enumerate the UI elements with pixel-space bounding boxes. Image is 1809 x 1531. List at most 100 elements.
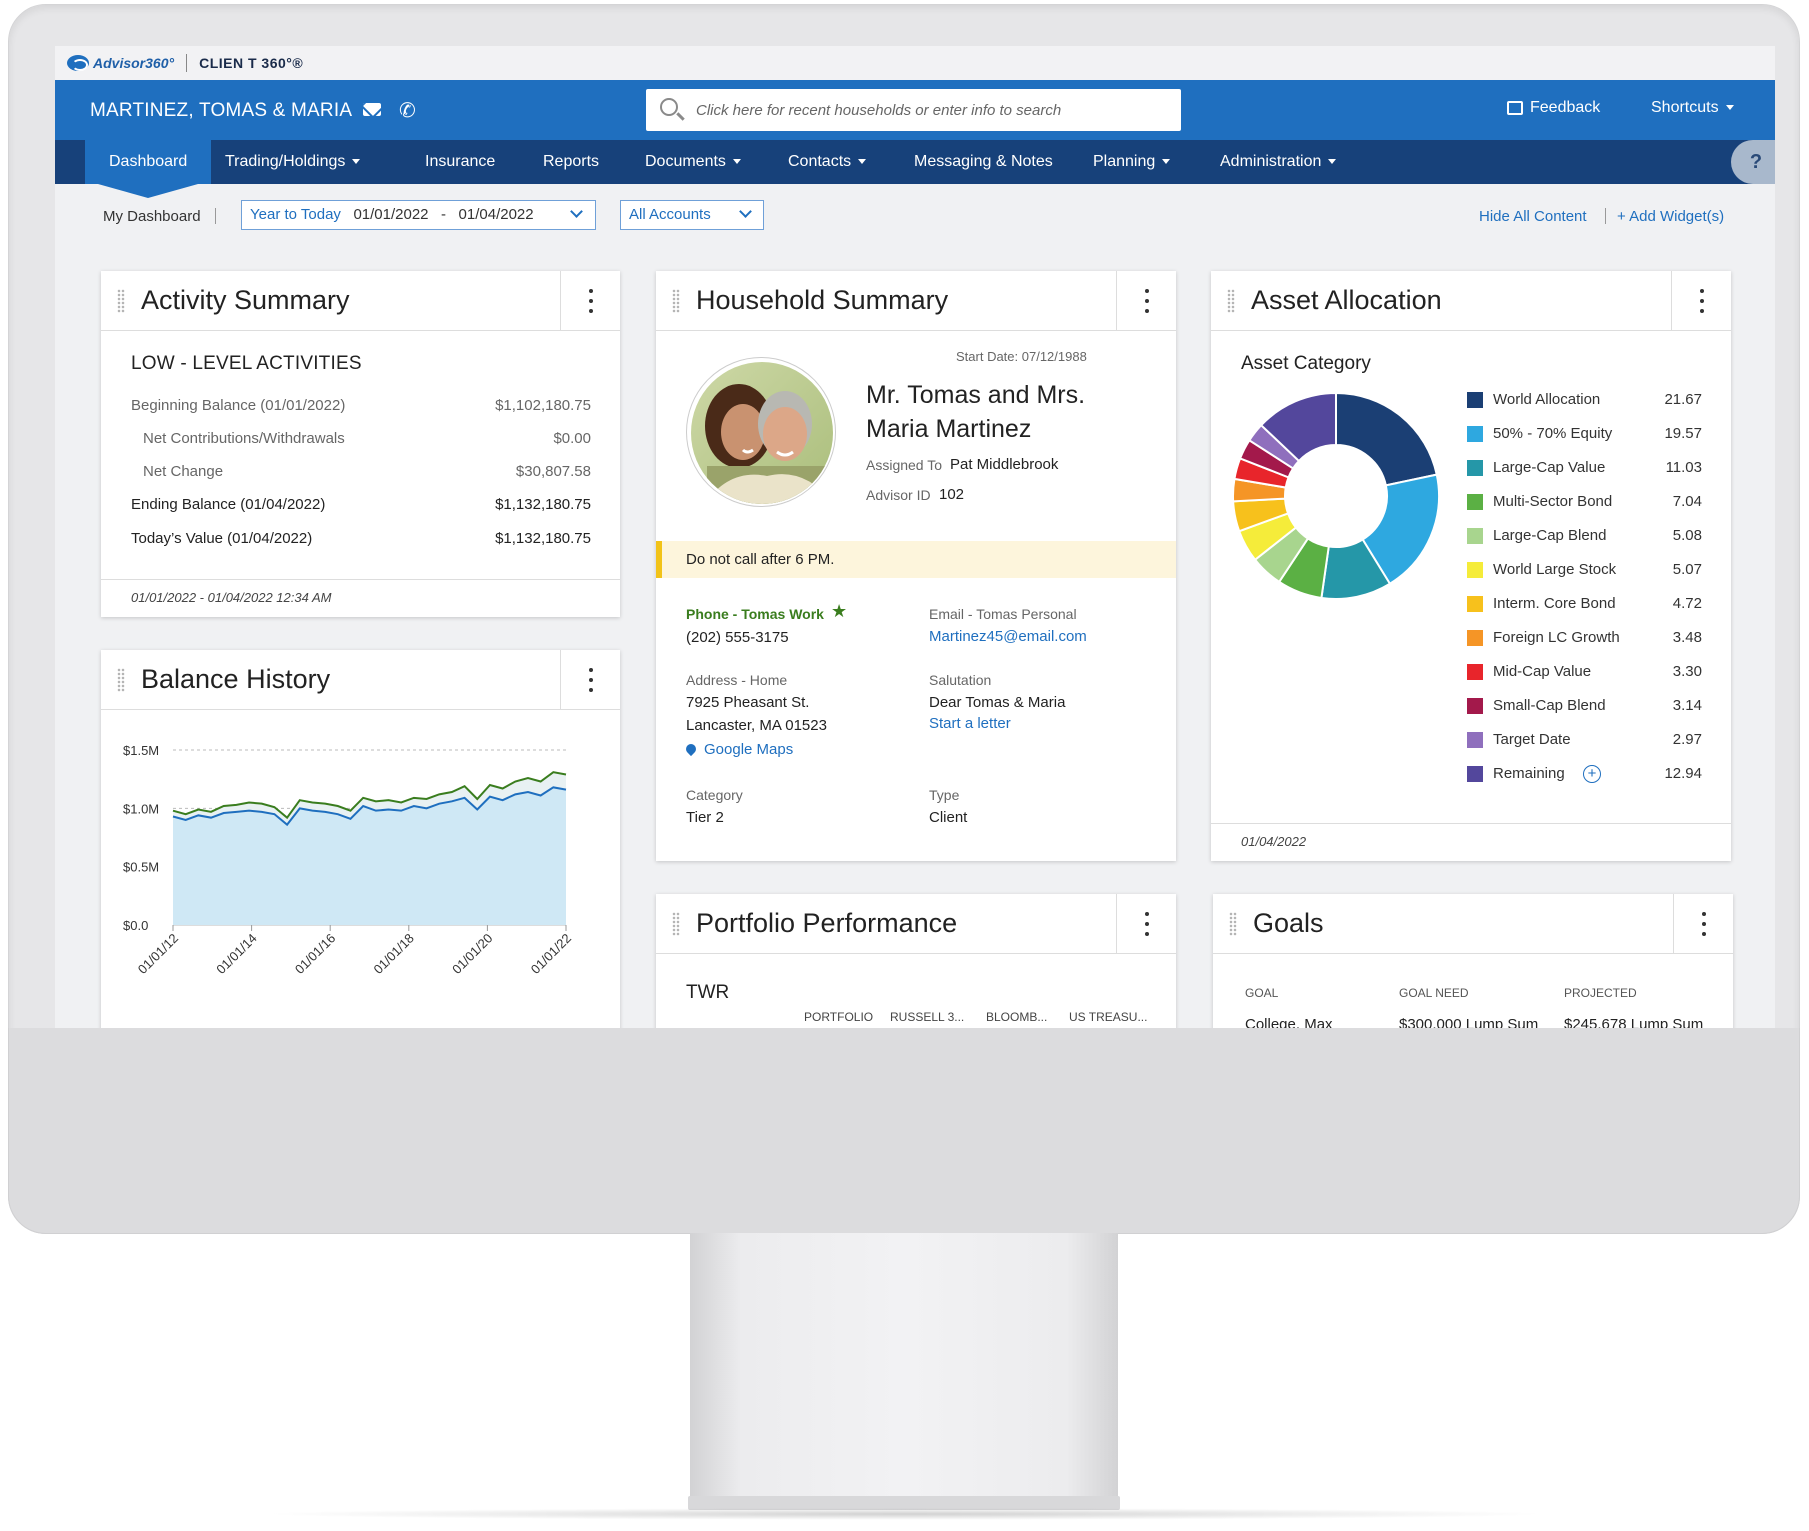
x-tick-label: 01/01/16 [292,931,338,977]
legend-label: Mid-Cap Value [1493,663,1592,680]
activity-row-value: $0.00 [553,430,591,447]
drag-handle-icon[interactable] [1227,289,1235,313]
goal-projected: $245,678 Lump Sum [1564,1016,1704,1028]
asset-donut-chart [1232,391,1440,600]
range-dash: - [441,206,447,223]
legend-value: 3.14 [1672,697,1702,714]
legend-swatch [1467,494,1483,510]
salutation-label: Salutation [929,672,992,688]
widget-header: Balance History [101,650,620,710]
activity-row-label: Today’s Value (01/04/2022) [131,530,313,547]
donut-slice [1335,391,1438,487]
category-label: Category [686,787,743,803]
legend-item: Remaining 12.94 + [1467,760,1717,790]
x-tick-label: 01/01/18 [371,931,417,977]
performance-metric: TWR [686,982,730,1003]
household-summary-widget: Household Summary Start Date: 07/12/1988… [656,271,1176,861]
activity-row-value: $1,132,180.75 [495,530,591,547]
app-screen: Advisor360° CLIEN T 360°® MARTINEZ, TOMA… [55,46,1775,1028]
toolbar-divider [1605,208,1606,224]
goals-column: GOAL [1245,986,1279,1000]
widget-title: Asset Allocation [1251,285,1442,315]
search-box[interactable] [646,89,1181,131]
more-options-button[interactable] [1116,894,1176,954]
tab-contacts[interactable]: Contacts [788,140,867,184]
legend-value: 2.97 [1672,731,1702,748]
legend-swatch [1467,596,1483,612]
monitor-shadow [260,1508,1550,1520]
help-button[interactable]: ? [1731,140,1775,184]
search-input[interactable] [694,89,1164,131]
legend-item: Target Date 2.97 [1467,726,1717,756]
phone-label: Phone - Tomas Work [686,606,824,622]
add-widget-link[interactable]: + Add Widget(s) [1617,208,1724,225]
main-nav: Dashboard Trading/Holdings Insurance Rep… [55,140,1775,198]
hide-all-content-link[interactable]: Hide All Content [1479,208,1587,225]
date-range-select[interactable]: Year to Today 01/01/2022 - 01/04/2022 [241,200,596,230]
activity-row-value: $1,102,180.75 [495,397,591,414]
tab-label: Dashboard [109,153,188,170]
shortcuts-menu[interactable]: Shortcuts [1651,99,1734,117]
accounts-select[interactable]: All Accounts [620,200,764,230]
chevron-down-icon [352,159,361,165]
phone-icon[interactable]: ✆ [399,98,416,123]
drag-handle-icon[interactable] [672,289,680,313]
email-link[interactable]: Martinez45@email.com [929,628,1087,645]
address-line2: Lancaster, MA 01523 [686,717,827,734]
monitor-stand [690,1233,1118,1503]
legend-label: World Large Stock [1493,561,1617,578]
goal-name[interactable]: College, Max [1245,1016,1333,1028]
star-icon[interactable]: ★ [831,601,847,622]
more-options-button[interactable] [1116,271,1176,331]
feedback-button[interactable]: Feedback [1507,99,1600,117]
tab-label: Trading/Holdings [225,153,346,170]
tab-documents[interactable]: Documents [645,140,741,184]
legend-label: Large-Cap Blend [1493,527,1607,544]
assigned-label: Assigned To [866,457,943,473]
legend-swatch [1467,698,1483,714]
range-end: 01/04/2022 [458,206,534,223]
balance-history-widget: Balance History $1.5M $1.0M $0.5M $0.0 01/01… [101,650,620,1028]
advisor-id-value: 102 [939,486,965,503]
household-name[interactable]: MARTINEZ, TOMAS & MARIA [90,100,352,122]
tab-messaging-notes[interactable]: Messaging & Notes [914,140,1053,184]
tab-planning[interactable]: Planning [1093,140,1171,184]
drag-handle-icon[interactable] [117,668,125,692]
drag-handle-icon[interactable] [117,289,125,313]
tab-insurance[interactable]: Insurance [425,140,495,184]
legend-item: 50% - 70% Equity 19.57 [1467,420,1717,450]
more-options-button[interactable] [560,271,620,331]
phone-value[interactable]: (202) 555-3175 [686,629,789,646]
legend-value: 19.57 [1664,425,1702,442]
legend-item: World Allocation 21.67 [1467,386,1717,416]
balance-history-chart: $1.5M $1.0M $0.5M $0.001/01/12 01/01/14 01/01… [123,743,574,977]
legend-item: Interm. Core Bond 4.72 [1467,590,1717,620]
address-line1: 7925 Pheasant St. [686,694,810,711]
tab-reports[interactable]: Reports [543,140,599,184]
drag-handle-icon[interactable] [1229,912,1237,936]
more-options-button[interactable] [1673,894,1733,954]
tab-dashboard[interactable]: Dashboard [85,140,212,198]
start-letter-link[interactable]: Start a letter [929,715,1011,732]
performance-column: US TREASU... [1069,1010,1148,1024]
goal-need: $300,000 Lump Sum [1399,1016,1539,1028]
more-options-button[interactable] [560,650,620,710]
brand-bar: Advisor360° CLIEN T 360°® [55,46,1775,80]
legend-value: 7.04 [1672,493,1702,510]
performance-column: BLOOMB... [986,1010,1048,1024]
tab-trading-holdings[interactable]: Trading/Holdings [225,140,361,184]
drag-handle-icon[interactable] [672,912,680,936]
envelope-icon[interactable] [363,103,381,116]
tab-administration[interactable]: Administration [1220,140,1337,184]
my-dashboard-label: My Dashboard [103,208,201,225]
widget-title: Portfolio Performance [696,908,958,938]
performance-column: PORTFOLIO [804,1010,874,1024]
chevron-down-icon [1725,105,1734,111]
more-options-button[interactable] [1671,271,1731,331]
add-circle-icon[interactable]: + [1583,765,1601,783]
brand-module: CLIEN T 360°® [199,55,304,71]
goals-column: PROJECTED [1564,986,1637,1000]
shortcuts-label: Shortcuts [1651,99,1719,116]
google-maps-link[interactable]: Google Maps [683,741,793,758]
household-name-line1: Mr. Tomas and Mrs. [866,381,1086,409]
